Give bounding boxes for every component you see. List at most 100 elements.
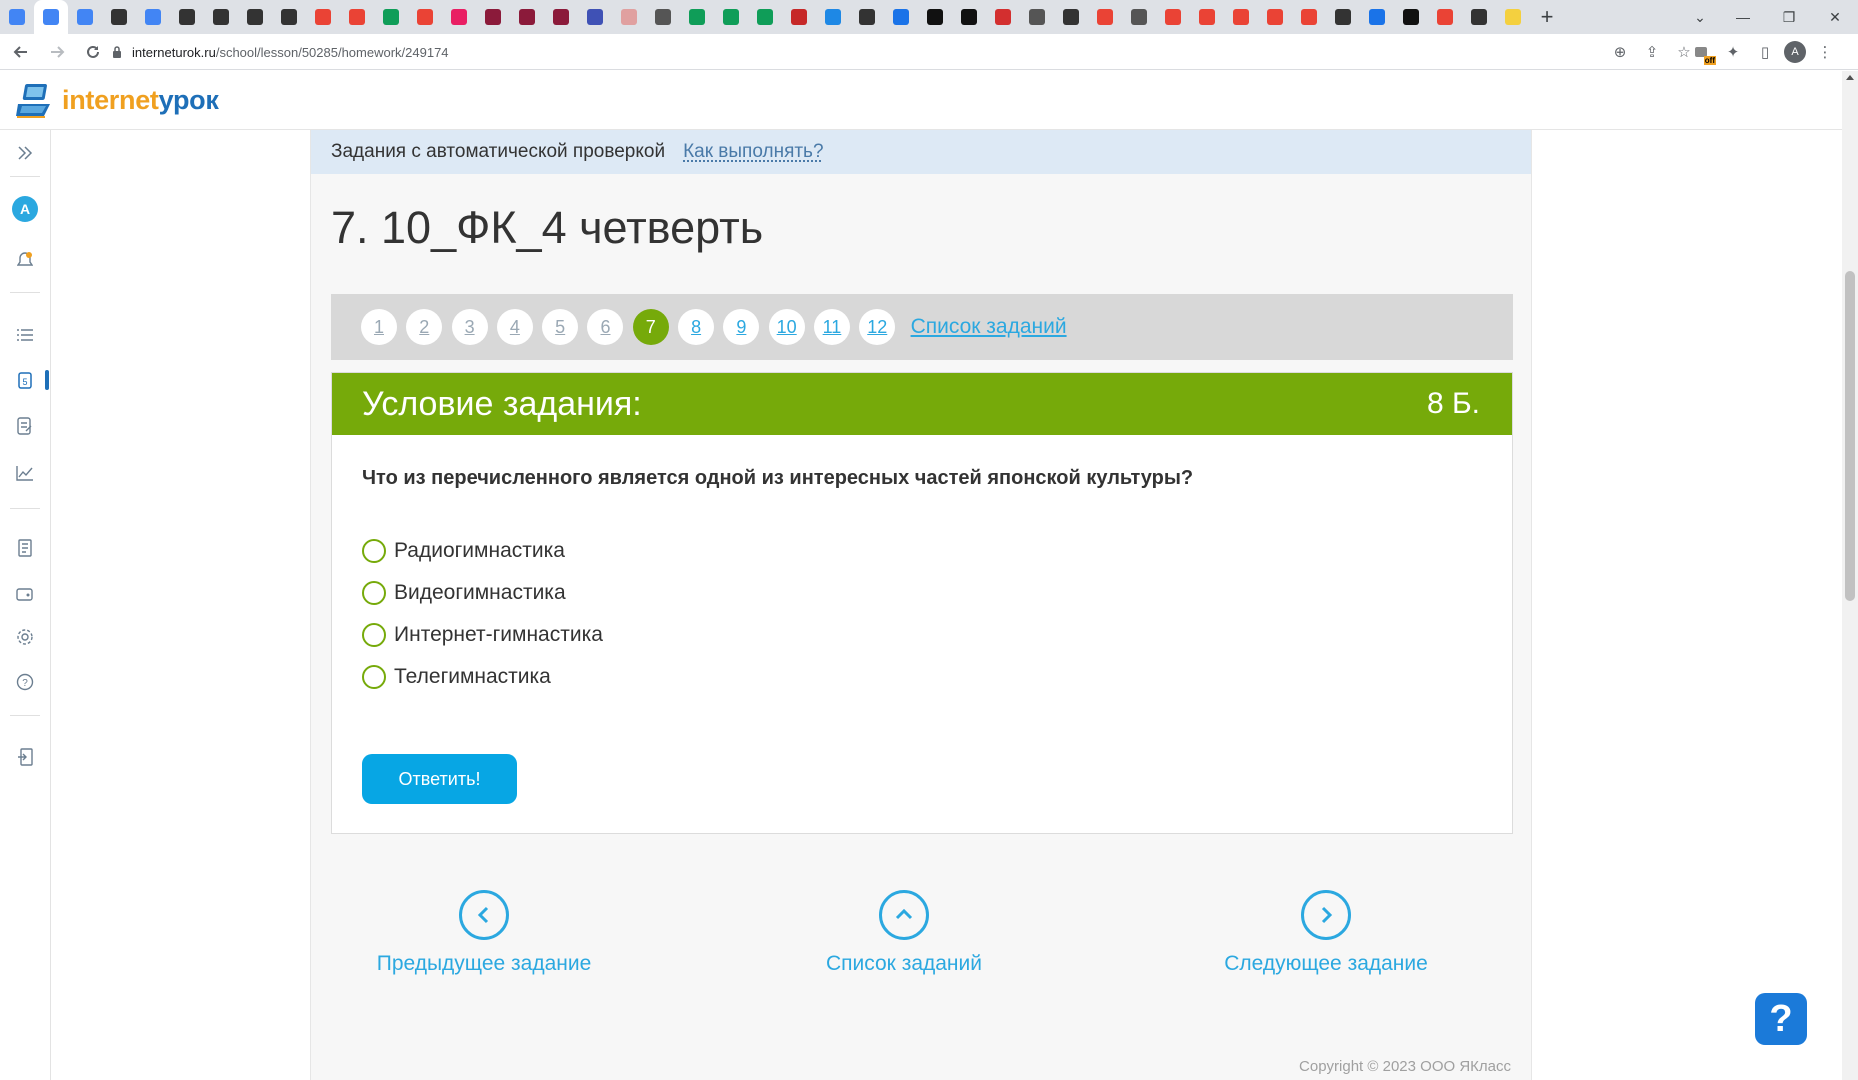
homework-icon[interactable]: 5 <box>12 367 38 393</box>
browser-tab[interactable] <box>102 0 136 34</box>
answer-option-label[interactable]: Видеогимнастика <box>394 581 566 605</box>
extension-off-icon[interactable]: off <box>1688 39 1716 65</box>
page-button-6[interactable]: 6 <box>587 309 624 345</box>
browser-tab[interactable] <box>238 0 272 34</box>
answer-option-label[interactable]: Радиогимнастика <box>394 539 565 563</box>
how-to-link[interactable]: Как выполнять? <box>683 141 823 163</box>
browser-tab[interactable] <box>1054 0 1088 34</box>
chart-icon[interactable] <box>12 460 38 486</box>
lock-icon[interactable] <box>106 37 128 67</box>
browser-tab[interactable] <box>952 0 986 34</box>
close-window-button[interactable]: ✕ <box>1812 0 1858 34</box>
browser-tab[interactable] <box>1292 0 1326 34</box>
browser-tab[interactable] <box>612 0 646 34</box>
browser-tab[interactable] <box>986 0 1020 34</box>
answer-option-label[interactable]: Телегимнастика <box>394 665 551 689</box>
page-button-9[interactable]: 9 <box>723 309 760 345</box>
share-icon[interactable]: ⇪ <box>1640 40 1664 64</box>
minimize-button[interactable]: — <box>1720 0 1766 34</box>
submit-answer-button[interactable]: Ответить! <box>362 754 517 804</box>
browser-tab[interactable] <box>884 0 918 34</box>
browser-tab[interactable] <box>1428 0 1462 34</box>
browser-tab[interactable] <box>170 0 204 34</box>
back-button[interactable] <box>6 37 36 67</box>
browser-tab[interactable] <box>1156 0 1190 34</box>
address-bar[interactable]: interneturok.ru/school/lesson/50285/home… <box>106 37 1696 67</box>
browser-tab[interactable] <box>1326 0 1360 34</box>
page-button-11[interactable]: 11 <box>813 309 850 345</box>
scrollbar-thumb[interactable] <box>1845 271 1855 601</box>
scroll-up-arrow-icon[interactable] <box>1846 75 1854 80</box>
browser-tab[interactable] <box>272 0 306 34</box>
page-button-4[interactable]: 4 <box>496 309 533 345</box>
new-tab-button[interactable]: + <box>1530 0 1564 34</box>
profile-avatar[interactable]: A <box>1784 41 1806 63</box>
next-task-link[interactable]: Следующее задание <box>1224 890 1428 976</box>
browser-menu-icon[interactable]: ⋮ <box>1812 39 1838 65</box>
browser-tab[interactable] <box>544 0 578 34</box>
browser-tab[interactable] <box>0 0 34 34</box>
restore-button[interactable]: ❐ <box>1766 0 1812 34</box>
page-button-8[interactable]: 8 <box>678 309 715 345</box>
bell-icon[interactable] <box>12 247 38 273</box>
browser-tab[interactable] <box>578 0 612 34</box>
browser-tab[interactable] <box>1360 0 1394 34</box>
help-circle-icon[interactable]: ? <box>12 669 38 695</box>
user-avatar[interactable]: A <box>12 196 38 222</box>
browser-tab[interactable] <box>340 0 374 34</box>
browser-tab[interactable] <box>1258 0 1292 34</box>
browser-tab[interactable] <box>510 0 544 34</box>
page-button-1[interactable]: 1 <box>361 309 397 345</box>
page-button-12[interactable]: 12 <box>859 309 896 345</box>
next-task-label[interactable]: Следующее задание <box>1224 952 1428 976</box>
browser-tab[interactable] <box>680 0 714 34</box>
browser-tab[interactable] <box>1462 0 1496 34</box>
radio-button[interactable] <box>362 665 386 689</box>
radio-button[interactable] <box>362 539 386 563</box>
page-button-3[interactable]: 3 <box>451 309 488 345</box>
browser-tab[interactable] <box>34 0 68 34</box>
chevron-left-icon[interactable] <box>459 890 509 940</box>
browser-tab[interactable] <box>646 0 680 34</box>
chevron-right-icon[interactable] <box>1301 890 1351 940</box>
chevron-up-icon[interactable] <box>879 890 929 940</box>
browser-tab[interactable] <box>782 0 816 34</box>
browser-tab[interactable] <box>1020 0 1054 34</box>
page-button-2[interactable]: 2 <box>406 309 443 345</box>
browser-tab[interactable] <box>816 0 850 34</box>
url-text[interactable]: interneturok.ru/school/lesson/50285/home… <box>132 45 449 60</box>
browser-tab[interactable] <box>850 0 884 34</box>
browser-tab[interactable] <box>918 0 952 34</box>
task-list-label[interactable]: Список заданий <box>826 952 982 976</box>
reload-button[interactable] <box>78 37 108 67</box>
page-button-10[interactable]: 10 <box>768 309 805 345</box>
page-scrollbar[interactable] <box>1842 71 1858 1080</box>
zoom-icon[interactable]: ⊕ <box>1608 40 1632 64</box>
wallet-icon[interactable] <box>12 581 38 607</box>
forward-button[interactable] <box>42 37 72 67</box>
browser-tab[interactable] <box>1224 0 1258 34</box>
settings-gear-icon[interactable] <box>12 624 38 650</box>
answer-option[interactable]: Интернет-гимнастика <box>362 614 603 656</box>
radio-button[interactable] <box>362 581 386 605</box>
radio-button[interactable] <box>362 623 386 647</box>
answer-option[interactable]: Телегимнастика <box>362 656 603 698</box>
extensions-puzzle-icon[interactable]: ✦ <box>1720 39 1746 65</box>
tab-search-icon[interactable]: ⌄ <box>1680 0 1720 34</box>
browser-tab[interactable] <box>68 0 102 34</box>
tests-icon[interactable] <box>12 413 38 439</box>
browser-tab[interactable] <box>476 0 510 34</box>
browser-tab[interactable] <box>306 0 340 34</box>
browser-tab[interactable] <box>1190 0 1224 34</box>
task-list-link[interactable]: Список заданий <box>911 315 1067 339</box>
task-list-bottom-link[interactable]: Список заданий <box>819 890 989 976</box>
browser-tab[interactable] <box>408 0 442 34</box>
expand-sidebar-icon[interactable] <box>12 140 38 166</box>
site-logo[interactable]: internetурок <box>14 80 219 120</box>
prev-task-label[interactable]: Предыдущее задание <box>377 952 592 976</box>
browser-tab[interactable] <box>748 0 782 34</box>
browser-tab[interactable] <box>1122 0 1156 34</box>
browser-tab[interactable] <box>442 0 476 34</box>
browser-tab[interactable] <box>374 0 408 34</box>
prev-task-link[interactable]: Предыдущее задание <box>377 890 592 976</box>
